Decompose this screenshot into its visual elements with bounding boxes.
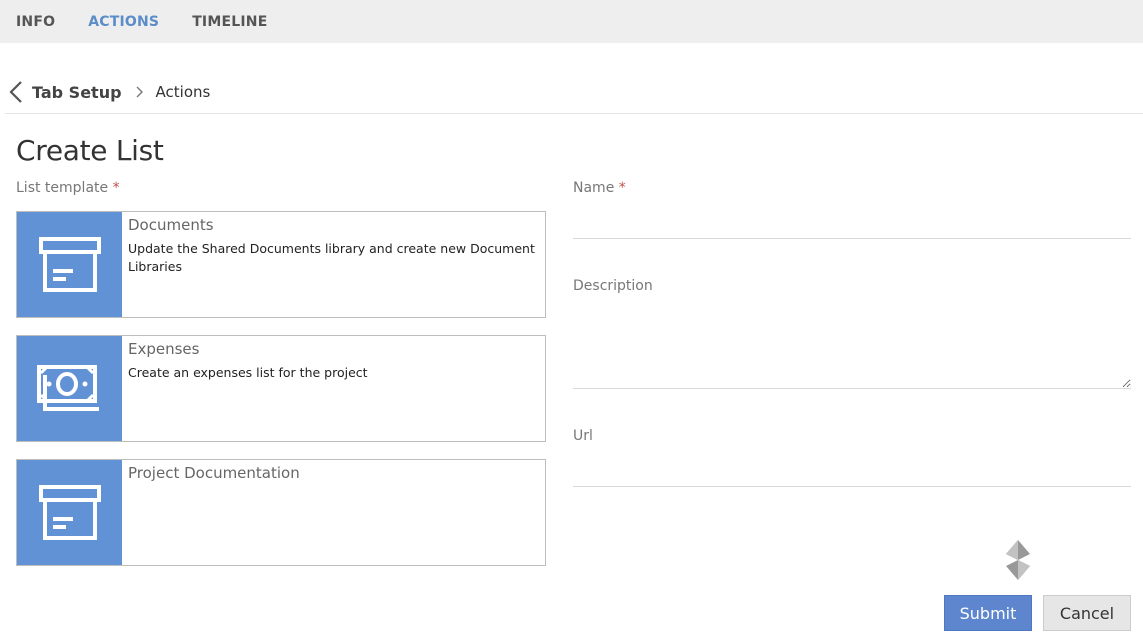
template-card-documents[interactable]: Documents Update the Shared Documents li… <box>16 211 546 318</box>
archive-box-icon <box>38 484 101 540</box>
required-mark: * <box>618 180 626 196</box>
tab-info[interactable]: INFO <box>16 14 55 30</box>
logo-icon <box>1006 540 1030 580</box>
page-title: Create List <box>16 134 164 167</box>
breadcrumb-current: Actions <box>155 83 211 101</box>
card-description: Create an expenses list for the project <box>128 365 368 380</box>
name-input[interactable] <box>573 208 1131 239</box>
card-title: Project Documentation <box>128 464 300 482</box>
card-icon-area <box>17 336 122 441</box>
chevron-right-icon <box>136 86 143 98</box>
list-template-label: List template * <box>16 180 120 196</box>
card-title: Documents <box>128 216 214 234</box>
name-label-text: Name <box>573 180 615 196</box>
name-label: Name * <box>573 180 626 196</box>
top-tab-bar: INFO ACTIONS TIMELINE <box>0 0 1143 43</box>
url-label: Url <box>573 428 593 444</box>
tab-timeline[interactable]: TIMELINE <box>192 14 267 30</box>
description-textarea[interactable] <box>573 310 1131 389</box>
card-body: Project Documentation <box>122 460 308 565</box>
card-body: Expenses Create an expenses list for the… <box>122 336 376 441</box>
header-divider <box>5 113 1143 114</box>
breadcrumb-root-link[interactable]: Tab Setup <box>32 83 122 102</box>
description-label: Description <box>573 278 653 294</box>
banknotes-icon <box>36 364 99 411</box>
card-body: Documents Update the Shared Documents li… <box>122 212 545 317</box>
submit-button[interactable]: Submit <box>944 595 1032 631</box>
template-card-expenses[interactable]: Expenses Create an expenses list for the… <box>16 335 546 442</box>
card-icon-area <box>17 460 122 565</box>
chevron-left-icon[interactable] <box>8 80 26 104</box>
required-mark: * <box>112 180 120 196</box>
archive-box-icon <box>38 236 101 292</box>
list-template-label-text: List template <box>16 180 109 196</box>
cancel-button[interactable]: Cancel <box>1043 595 1131 631</box>
template-card-project-documentation[interactable]: Project Documentation <box>16 459 546 566</box>
breadcrumb: Tab Setup Actions <box>8 78 210 106</box>
tab-actions[interactable]: ACTIONS <box>88 14 159 30</box>
url-input[interactable] <box>573 456 1131 487</box>
card-description: Update the Shared Documents library and … <box>128 241 535 274</box>
card-icon-area <box>17 212 122 317</box>
card-title: Expenses <box>128 340 200 358</box>
